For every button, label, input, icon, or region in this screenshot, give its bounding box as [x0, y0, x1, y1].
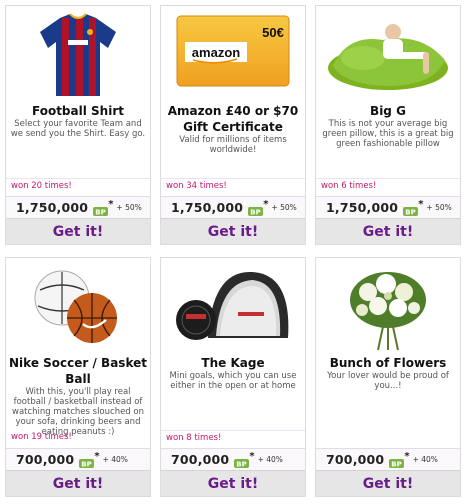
price-value: 1,750,000	[326, 200, 399, 215]
product-title: Bunch of Flowers	[329, 356, 447, 370]
svg-text:BP: BP	[237, 461, 247, 469]
get-it-button[interactable]: Get it!	[316, 470, 460, 496]
bonus-percent: + 40%	[102, 455, 128, 464]
football-shirt-image[interactable]	[6, 10, 150, 102]
product-description: Mini goals, which you can use either in …	[169, 371, 297, 391]
asterisk-icon: *	[404, 451, 410, 462]
nike-balls-image[interactable]	[6, 262, 150, 354]
bp-points-icon: BP	[248, 202, 264, 217]
get-it-button[interactable]: Get it!	[6, 470, 150, 496]
svg-text:BP: BP	[82, 461, 92, 469]
won-count: won 6 times!	[316, 178, 460, 193]
kage-goal-image[interactable]	[161, 262, 305, 354]
amazon-amount-text: 50€	[262, 25, 284, 40]
green-beanbag-image[interactable]	[316, 10, 460, 102]
price-value: 700,000	[326, 452, 385, 467]
asterisk-icon: *	[263, 199, 269, 210]
product-card-amazon-gift: amazon 50€ Amazon £40 or $70 Gift Certif…	[160, 5, 306, 245]
product-title: The Kage	[201, 356, 265, 370]
price-value: 1,750,000	[16, 200, 89, 215]
product-title: Big G	[370, 104, 406, 118]
get-it-button[interactable]: Get it!	[161, 218, 305, 244]
asterisk-icon: *	[249, 451, 255, 462]
price-row: 1,750,000 BP * + 50%	[6, 196, 150, 218]
product-description: Your lover would be proud of you...!	[327, 371, 449, 391]
product-title: Amazon £40 or $70 Gift Certificate	[167, 104, 299, 134]
bp-points-icon: BP	[93, 202, 109, 217]
bonus-percent: + 50%	[116, 203, 142, 212]
product-title: Nike Soccer / Basket Ball	[9, 356, 147, 386]
get-it-button[interactable]: Get it!	[161, 470, 305, 496]
price-row: 700,000 BP * + 40%	[6, 448, 150, 470]
asterisk-icon: *	[108, 199, 114, 210]
amazon-brand-text: amazon	[192, 45, 240, 60]
bonus-percent: + 40%	[257, 455, 283, 464]
bonus-percent: + 40%	[412, 455, 438, 464]
bp-points-icon: BP	[234, 454, 250, 469]
won-count: won 20 times!	[6, 178, 150, 193]
product-card-nike-balls: Nike Soccer / Basket Ball With this, you…	[5, 257, 151, 497]
get-it-button[interactable]: Get it!	[316, 218, 460, 244]
flowers-image[interactable]	[316, 262, 460, 354]
bp-points-icon: BP	[389, 454, 405, 469]
svg-text:BP: BP	[392, 461, 402, 469]
price-row: 700,000 BP * + 40%	[161, 448, 305, 470]
product-card-football-shirt: Football Shirt Select your favorite Team…	[5, 5, 151, 245]
bonus-percent: + 50%	[426, 203, 452, 212]
asterisk-icon: *	[94, 451, 100, 462]
bp-points-icon: BP	[403, 202, 419, 217]
won-count: won 8 times!	[161, 430, 305, 445]
svg-text:BP: BP	[250, 209, 260, 217]
get-it-button[interactable]: Get it!	[6, 218, 150, 244]
price-row: 1,750,000 BP * + 50%	[316, 196, 460, 218]
price-row: 1,750,000 BP * + 50%	[161, 196, 305, 218]
svg-text:BP: BP	[405, 209, 415, 217]
bonus-percent: + 50%	[271, 203, 297, 212]
price-value: 1,750,000	[171, 200, 244, 215]
product-card-the-kage: The Kage Mini goals, which you can use e…	[160, 257, 306, 497]
won-count: won 34 times!	[161, 178, 305, 193]
product-card-flowers: Bunch of Flowers Your lover would be pro…	[315, 257, 461, 497]
product-description: This is not your average big green pillo…	[322, 119, 454, 149]
price-row: 700,000 BP * + 40%	[316, 448, 460, 470]
svg-text:BP: BP	[95, 209, 105, 217]
product-description: Select your favorite Team and we send yo…	[10, 119, 146, 139]
bp-points-icon: BP	[79, 454, 95, 469]
product-title: Football Shirt	[32, 104, 124, 118]
price-value: 700,000	[16, 452, 75, 467]
product-description: Valid for millions of items worldwide!	[179, 135, 287, 155]
product-card-big-g: Big G This is not your average big green…	[315, 5, 461, 245]
won-count: won 19 times!	[11, 432, 72, 442]
price-value: 700,000	[171, 452, 230, 467]
asterisk-icon: *	[418, 199, 424, 210]
amazon-gift-card-image[interactable]: amazon 50€	[161, 10, 305, 102]
